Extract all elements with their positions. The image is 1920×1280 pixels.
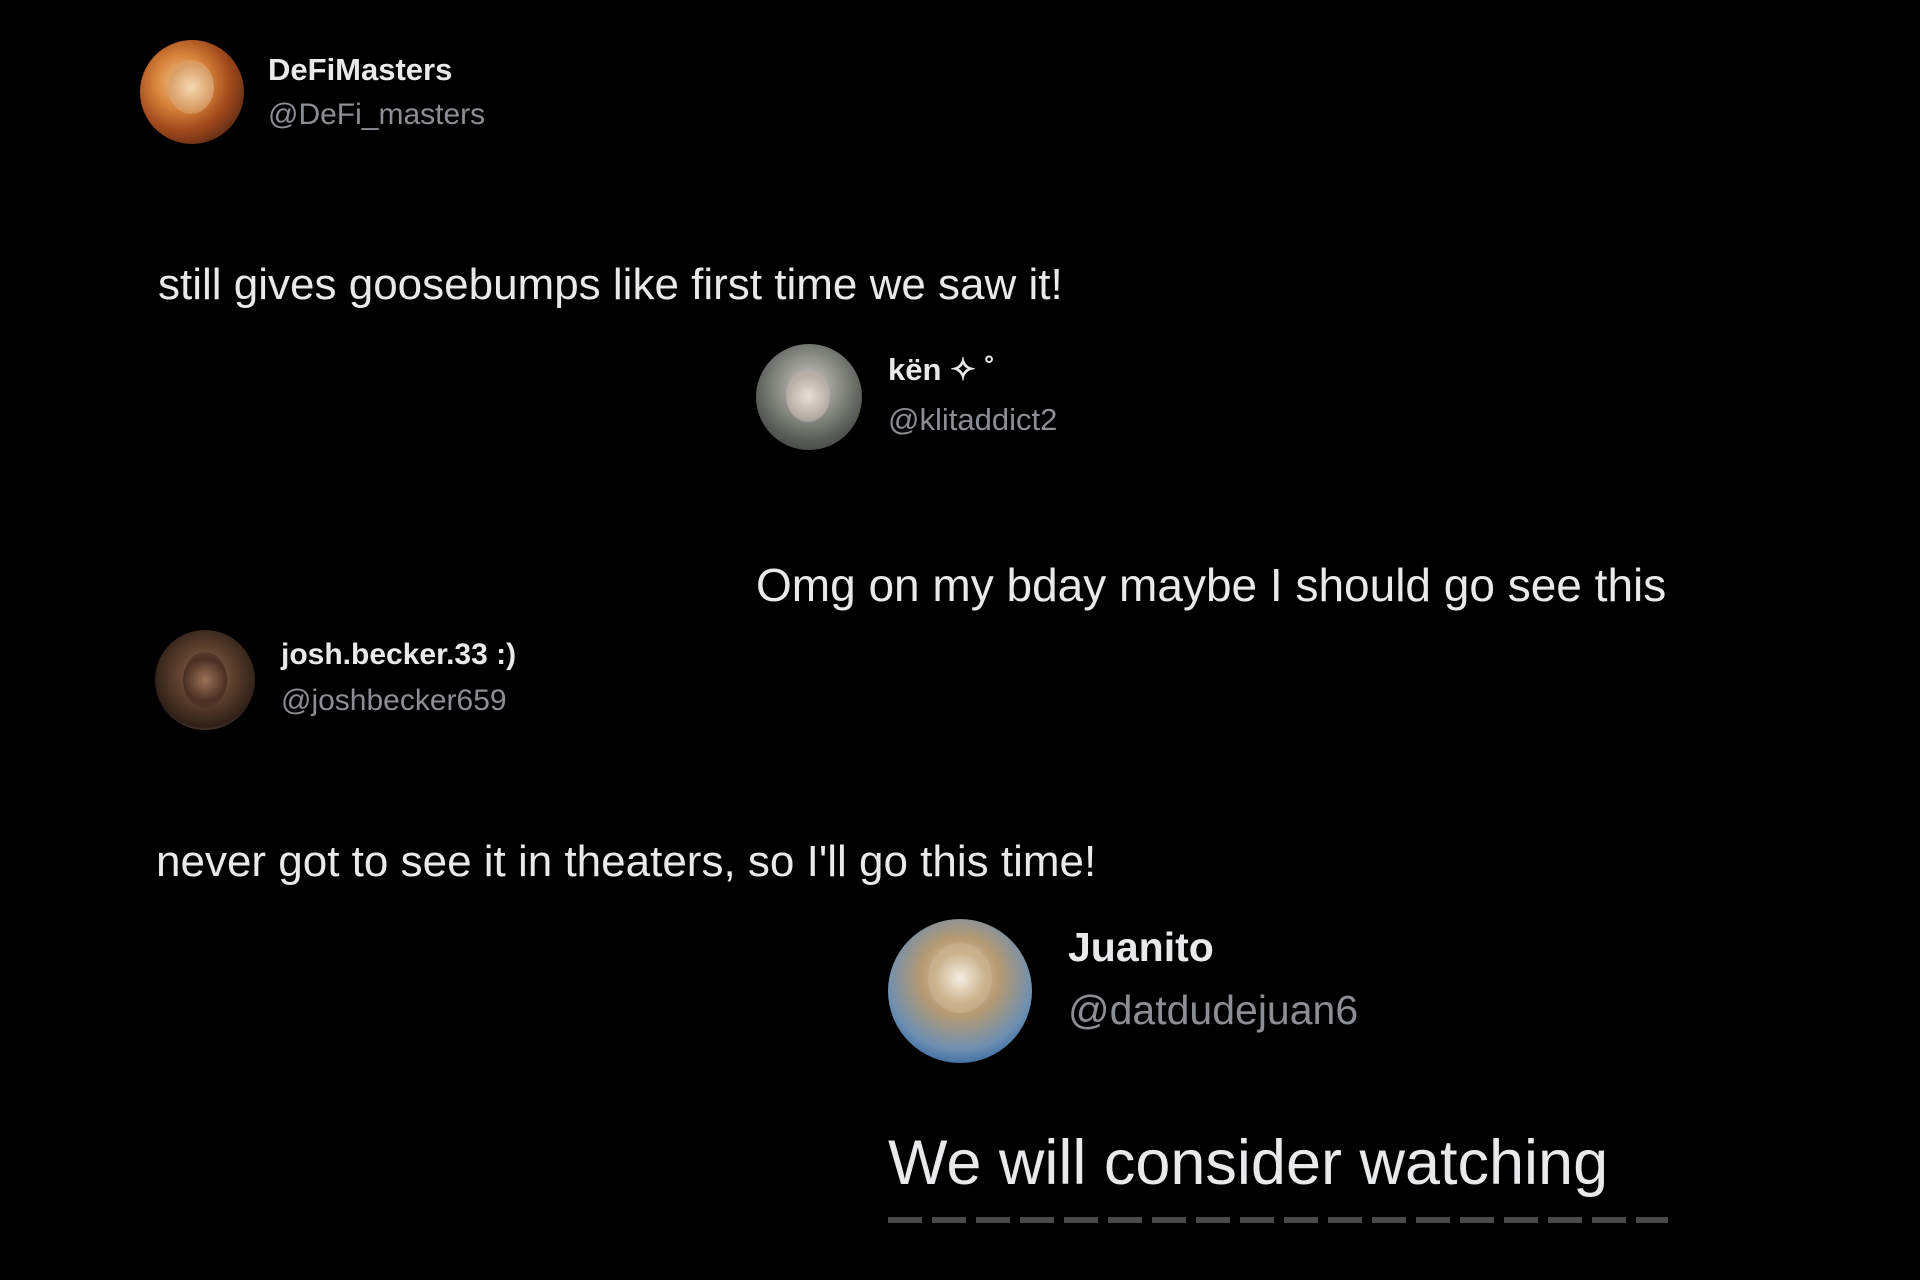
avatar[interactable] — [140, 40, 244, 144]
user-handle[interactable]: @klitaddict2 — [888, 402, 1057, 438]
display-name[interactable]: kën ✧ ˚ — [888, 352, 1057, 388]
tweet-card[interactable]: kën ✧ ˚ @klitaddict2 Omg on my bday mayb… — [740, 330, 1800, 620]
tweet-header: kën ✧ ˚ @klitaddict2 — [740, 330, 1800, 450]
tweet-text: We will consider watching — [888, 1128, 1609, 1198]
display-name[interactable]: Juanito — [1068, 924, 1358, 971]
tweet-card[interactable]: Juanito @datdudejuan6 We will consider w… — [880, 905, 1740, 1240]
tweet-author: Juanito @datdudejuan6 — [1068, 924, 1358, 1034]
cut-off-text-line — [888, 1217, 1668, 1223]
display-name[interactable]: josh.becker.33 :) — [281, 638, 516, 672]
tweet-card[interactable]: josh.becker.33 :) @joshbecker659 never g… — [140, 615, 1200, 890]
avatar[interactable] — [756, 344, 862, 450]
avatar-image — [183, 652, 227, 708]
display-name[interactable]: DeFiMasters — [268, 52, 485, 88]
avatar[interactable] — [155, 630, 255, 730]
user-handle[interactable]: @joshbecker659 — [281, 684, 516, 718]
avatar[interactable] — [888, 919, 1032, 1063]
tweet-author: DeFiMasters @DeFi_masters — [268, 52, 485, 132]
tweet-text: still gives goosebumps like first time w… — [158, 260, 1063, 309]
avatar-image — [786, 370, 830, 422]
tweet-card[interactable]: DeFiMasters @DeFi_masters still gives go… — [140, 40, 1180, 320]
avatar-image — [168, 60, 214, 114]
user-handle[interactable]: @datdudejuan6 — [1068, 987, 1358, 1034]
tweet-header: Juanito @datdudejuan6 — [880, 905, 1740, 1063]
tweet-author: kën ✧ ˚ @klitaddict2 — [888, 352, 1057, 438]
tweet-header: DeFiMasters @DeFi_masters — [140, 40, 1180, 144]
tweet-text: Omg on my bday maybe I should go see thi… — [756, 559, 1667, 611]
avatar-image — [928, 943, 992, 1013]
tweet-author: josh.becker.33 :) @joshbecker659 — [281, 638, 516, 718]
user-handle[interactable]: @DeFi_masters — [268, 98, 485, 132]
tweet-text: never got to see it in theaters, so I'll… — [156, 837, 1097, 886]
tweet-header: josh.becker.33 :) @joshbecker659 — [140, 615, 1200, 730]
